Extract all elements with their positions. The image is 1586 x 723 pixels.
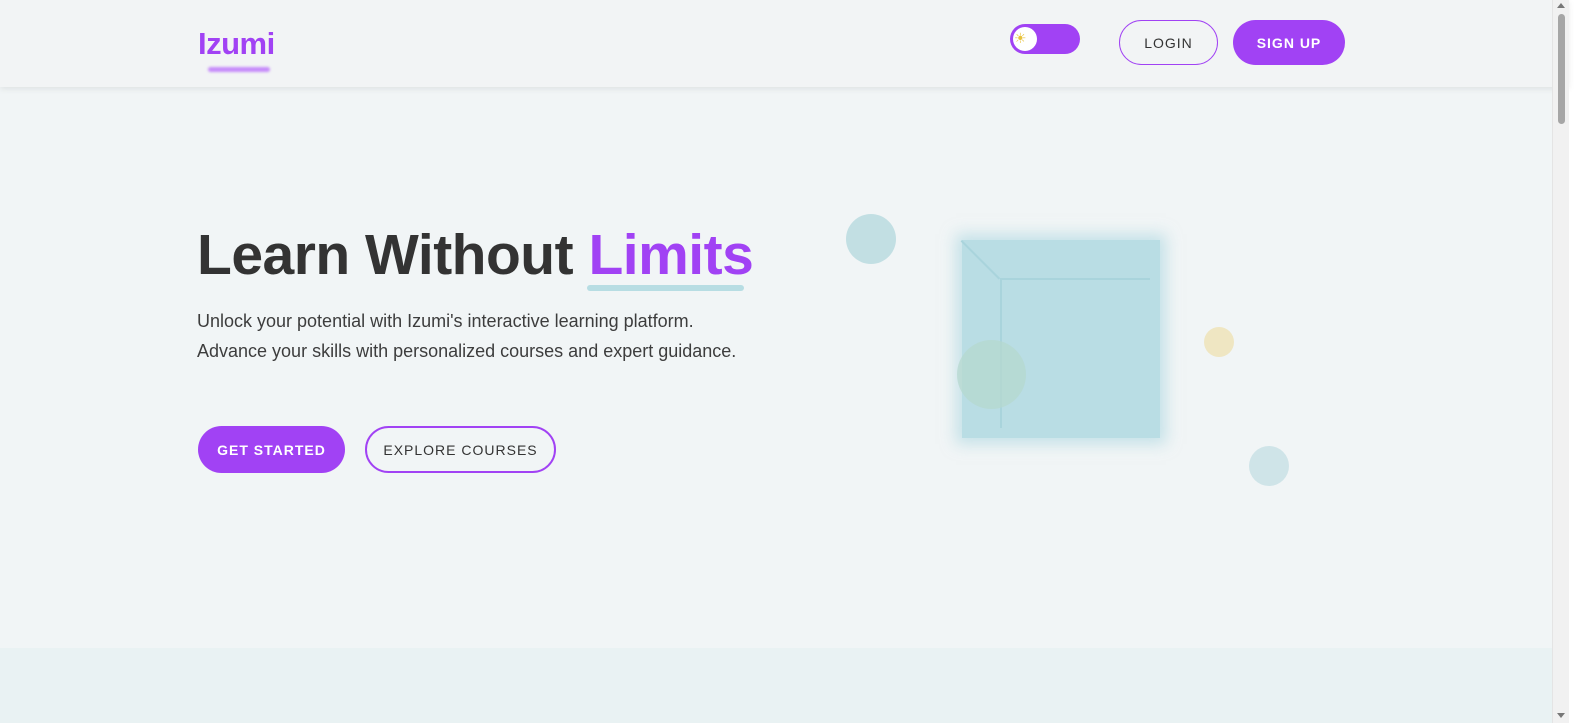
next-section: [0, 648, 1569, 723]
page-scrollbar[interactable]: [1552, 0, 1569, 723]
login-button[interactable]: LOGIN: [1119, 20, 1218, 65]
hero-title-accent: Limits: [588, 223, 754, 287]
logo-underline: [208, 67, 270, 72]
hero-title-main: Learn Without: [197, 223, 589, 287]
decor-bubble: [957, 340, 1026, 409]
sun-icon: ☀: [1014, 31, 1027, 47]
hero-description: Unlock your potential with Izumi's inter…: [197, 311, 737, 361]
theme-toggle[interactable]: ☀: [1010, 24, 1080, 54]
decor-bubble: [1204, 327, 1234, 357]
title-accent-underline: [587, 285, 744, 291]
scroll-thumb[interactable]: [1558, 14, 1565, 124]
cube-inner-face: [1000, 278, 1150, 428]
decor-bubble: [1249, 446, 1289, 486]
window-edge: [1569, 0, 1586, 723]
explore-courses-button[interactable]: EXPLORE COURSES: [365, 426, 556, 473]
scroll-up-icon[interactable]: [1557, 3, 1565, 8]
navbar: Izumi ☀ LOGIN SIGN UP: [0, 0, 1569, 87]
get-started-button[interactable]: GET STARTED: [198, 426, 345, 473]
cube-edge: [960, 240, 1001, 280]
signup-button[interactable]: SIGN UP: [1233, 20, 1345, 65]
brand-logo[interactable]: Izumi: [198, 26, 275, 62]
scroll-down-icon[interactable]: [1557, 713, 1565, 718]
hero-title: Learn Without Limits: [197, 222, 754, 288]
decor-bubble: [846, 214, 896, 264]
